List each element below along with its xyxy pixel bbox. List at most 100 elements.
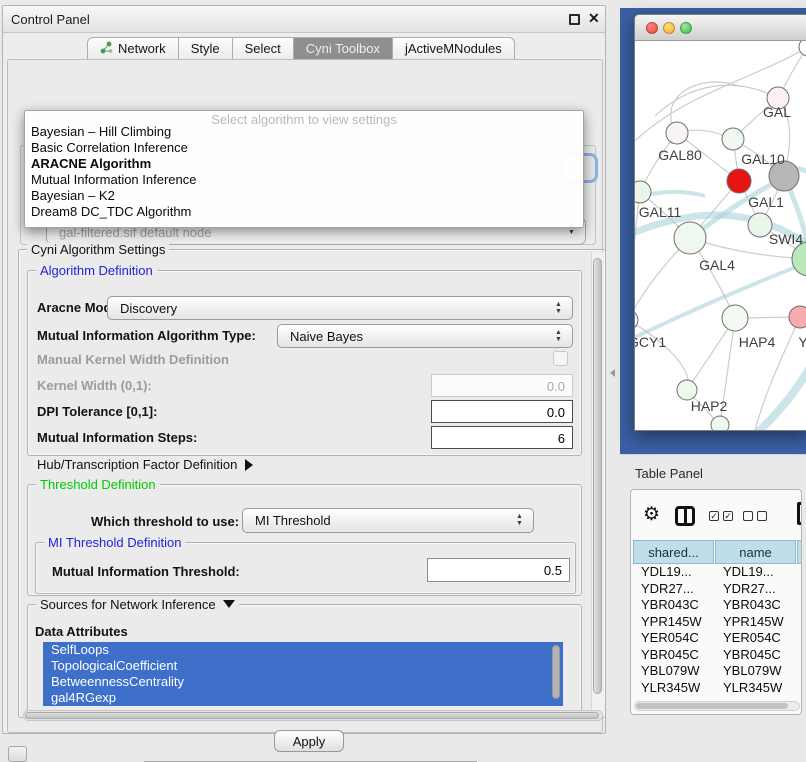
network-graph: GALGAL80GAL10GAL1SWI4GAL11GAL4GCY1HAP4YH…	[635, 41, 806, 431]
float-window-icon[interactable]	[569, 14, 580, 25]
mac-close-button[interactable]	[646, 22, 658, 34]
checked-checkbox-icon[interactable]: ✓	[723, 511, 733, 521]
kernel-width-field[interactable]: 0.0	[431, 374, 573, 397]
network-icon	[100, 41, 113, 53]
table-cell: YIL052C	[723, 696, 774, 698]
attribute-item-selected[interactable]: BetweennessCentrality	[43, 674, 563, 690]
network-node-gal4[interactable]	[674, 222, 706, 254]
unchecked-checkbox-icon[interactable]	[743, 511, 753, 521]
table-row[interactable]: YDL19...YDL19...13	[631, 564, 802, 581]
network-node[interactable]	[799, 41, 806, 56]
columns-icon[interactable]	[675, 506, 695, 526]
hub-definition-expander[interactable]: Hub/Transcription Factor Definition	[37, 457, 253, 472]
algorithm-option[interactable]: Dream8 DC_TDC Algorithm	[29, 204, 579, 220]
control-panel-tab-bar: Network Style Select Cyni Toolbox jActiv…	[87, 37, 515, 60]
table-cell: YIL052C	[641, 696, 692, 698]
settings-horizontal-scrollbar[interactable]	[23, 710, 603, 721]
mi-threshold-field[interactable]: 0.5	[427, 558, 570, 582]
algorithm-dropdown-popup: Select algorithm to view settings Bayesi…	[24, 110, 584, 228]
algorithm-option[interactable]: Bayesian – Hill Climbing	[29, 124, 579, 140]
settings-vertical-scrollbar[interactable]	[591, 252, 603, 715]
tab-network[interactable]: Network	[87, 37, 179, 60]
tab-jactivemnodules[interactable]: jActiveMNodules	[393, 37, 515, 60]
node-label: GAL11	[639, 204, 682, 220]
network-window-titlebar[interactable]	[635, 15, 806, 41]
list-scrollbar[interactable]	[552, 645, 560, 699]
unchecked-checkbox-icon[interactable]	[757, 511, 767, 521]
table-row[interactable]: YLR345WYLR345W9.	[631, 680, 802, 697]
aracne-mode-combobox[interactable]: Discovery ▲▼	[107, 296, 573, 320]
manual-kernel-label: Manual Kernel Width Definition	[37, 352, 229, 367]
algorithm-option[interactable]: Mutual Information Inference	[29, 172, 579, 188]
table-horizontal-scrollbar[interactable]	[634, 701, 800, 711]
tab-cyni-toolbox[interactable]: Cyni Toolbox	[294, 37, 393, 60]
network-node[interactable]	[711, 416, 729, 431]
algorithm-option[interactable]: Bayesian – K2	[29, 188, 579, 204]
file-icon[interactable]	[797, 502, 802, 525]
cyni-algorithm-settings-group: Cyni Algorithm Settings Algorithm Defini…	[18, 249, 606, 718]
table-cell: YDR27...	[641, 581, 694, 596]
attribute-item-selected[interactable]: SelfLoops	[43, 642, 563, 658]
corner-grip-button[interactable]	[8, 746, 27, 762]
network-node-hap4[interactable]	[722, 305, 748, 331]
scrollbar-thumb[interactable]	[25, 712, 599, 719]
mi-steps-field[interactable]: 6	[431, 426, 573, 449]
checked-checkbox-icon[interactable]: ✓	[709, 511, 719, 521]
which-threshold-combobox[interactable]: MI Threshold ▲▼	[242, 508, 534, 533]
table-panel-title: Table Panel	[635, 466, 703, 481]
gear-icon[interactable]: ⚙	[643, 503, 660, 526]
table-row[interactable]: YIL052CYIL052C9.	[631, 696, 802, 698]
table-row[interactable]: YBR043CYBR043C	[631, 597, 802, 614]
aracne-mode-value: Discovery	[120, 301, 177, 316]
tab-style[interactable]: Style	[179, 37, 233, 60]
mac-minimize-button[interactable]	[663, 22, 675, 34]
mi-type-combobox[interactable]: Naive Bayes ▲▼	[277, 324, 573, 348]
column-header-shared[interactable]: shared...	[633, 540, 714, 564]
node-label: GAL	[763, 104, 791, 120]
network-edge[interactable]	[635, 320, 688, 390]
attribute-item-selected[interactable]: TopologicalCoefficient	[43, 658, 563, 674]
node-label: Y	[798, 334, 806, 350]
node-label: GAL80	[658, 147, 702, 163]
table-cell: YLR345W	[723, 680, 782, 695]
table-row[interactable]: YDR27...YDR27...12	[631, 581, 802, 598]
network-node-gcy1[interactable]	[635, 310, 638, 330]
node-label: GAL10	[741, 151, 785, 167]
network-edge-highlighted[interactable]	[753, 337, 806, 431]
network-node-gal80[interactable]	[666, 122, 688, 144]
table-row[interactable]: YER054CYER054C8.	[631, 630, 802, 647]
attribute-item-selected[interactable]: gal4RGexp	[43, 690, 563, 706]
data-attributes-list[interactable]: SelfLoopsTopologicalCoefficientBetweenne…	[43, 642, 563, 706]
scrollbar-thumb[interactable]	[593, 258, 602, 694]
combo-stepper-icon: ▲▼	[554, 301, 563, 315]
table-row[interactable]: YBL079WYBL079W	[631, 663, 802, 680]
settings-group-title: Cyni Algorithm Settings	[27, 242, 169, 257]
tab-select[interactable]: Select	[233, 37, 294, 60]
mi-threshold-label: Mutual Information Threshold:	[52, 564, 240, 579]
node-label: GCY1	[635, 334, 666, 350]
algorithm-option[interactable]: ARACNE Algorithm	[29, 156, 579, 172]
table-row[interactable]: YBR045CYBR045C9.	[631, 647, 802, 664]
manual-kernel-checkbox[interactable]	[553, 351, 568, 366]
network-edge-highlighted[interactable]	[635, 261, 806, 343]
algorithm-option[interactable]: Basic Correlation Inference	[29, 140, 579, 156]
network-canvas[interactable]: GALGAL80GAL10GAL1SWI4GAL11GAL4GCY1HAP4YH…	[635, 41, 806, 431]
network-node-hap2[interactable]	[677, 380, 697, 400]
network-node-gal10[interactable]	[722, 128, 744, 150]
column-header-partial[interactable]: A	[797, 540, 802, 564]
apply-button[interactable]: Apply	[274, 730, 344, 752]
column-header-name[interactable]: name	[715, 540, 796, 564]
dpi-tolerance-label: DPI Tolerance [0,1]:	[37, 404, 157, 419]
network-node-y[interactable]	[789, 306, 806, 328]
table-cell: YBL079W	[641, 663, 700, 678]
table-row[interactable]: YPR145WYPR145W9.	[631, 614, 802, 631]
network-node-gal1[interactable]	[727, 169, 751, 193]
splitter-handle-icon[interactable]	[610, 369, 615, 377]
mac-zoom-button[interactable]	[680, 22, 692, 34]
application-window: Control Panel ✕ Network Style Select Cyn…	[0, 0, 806, 762]
tab-label: Network	[118, 41, 166, 56]
close-icon[interactable]: ✕	[588, 10, 600, 27]
scrollbar-thumb[interactable]	[636, 703, 788, 709]
dpi-tolerance-field[interactable]: 0.0	[431, 400, 573, 423]
sources-group-title[interactable]: Sources for Network Inference	[36, 597, 239, 612]
